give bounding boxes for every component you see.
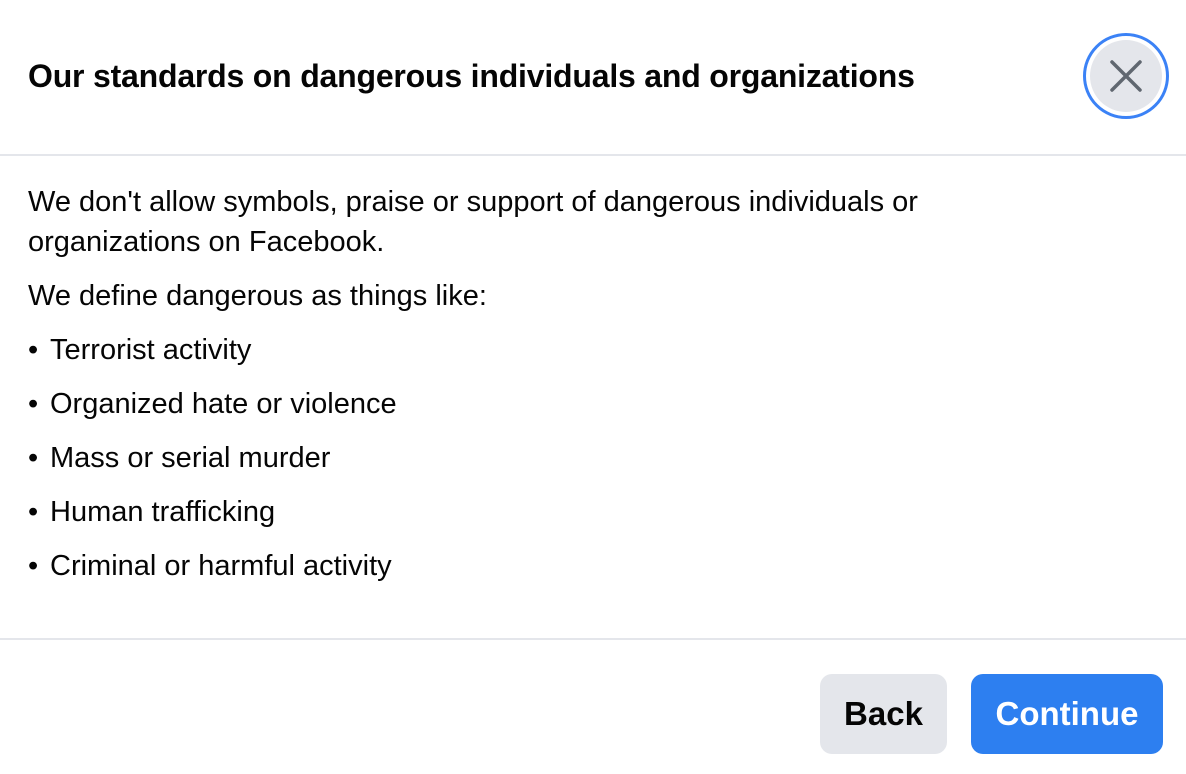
dialog-body: We don't allow symbols, praise or suppor… bbox=[0, 156, 1186, 640]
dialog-title: Our standards on dangerous individuals a… bbox=[28, 58, 915, 94]
bullet: • bbox=[28, 550, 39, 582]
continue-button[interactable]: Continue bbox=[971, 674, 1163, 754]
dangerous-list: • Terrorist activity • Organized hate or… bbox=[28, 330, 397, 600]
standards-dialog: Our standards on dangerous individuals a… bbox=[0, 0, 1186, 774]
list-item: • Human trafficking bbox=[28, 492, 397, 546]
bullet: • bbox=[28, 334, 39, 366]
list-item: • Mass or serial murder bbox=[28, 438, 397, 492]
close-button[interactable] bbox=[1083, 33, 1169, 119]
back-button[interactable]: Back bbox=[820, 674, 947, 754]
list-item: • Organized hate or violence bbox=[28, 384, 397, 438]
list-item-label: Organized hate or violence bbox=[50, 388, 397, 420]
bullet: • bbox=[28, 442, 39, 474]
dialog-header: Our standards on dangerous individuals a… bbox=[0, 0, 1186, 156]
intro-text: We don't allow symbols, praise or suppor… bbox=[28, 186, 918, 258]
bullet: • bbox=[28, 496, 39, 528]
close-icon bbox=[1110, 60, 1142, 92]
list-item-label: Mass or serial murder bbox=[50, 442, 331, 474]
close-button-surface[interactable] bbox=[1090, 40, 1162, 112]
list-item-label: Criminal or harmful activity bbox=[50, 550, 392, 582]
list-item: • Terrorist activity bbox=[28, 330, 397, 384]
list-item: • Criminal or harmful activity bbox=[28, 546, 397, 600]
definition-text: We define dangerous as things like: bbox=[28, 280, 487, 312]
dialog-footer: Back Continue bbox=[0, 640, 1186, 774]
bullet: • bbox=[28, 388, 39, 420]
list-item-label: Human trafficking bbox=[50, 496, 276, 528]
list-item-label: Terrorist activity bbox=[50, 334, 252, 366]
